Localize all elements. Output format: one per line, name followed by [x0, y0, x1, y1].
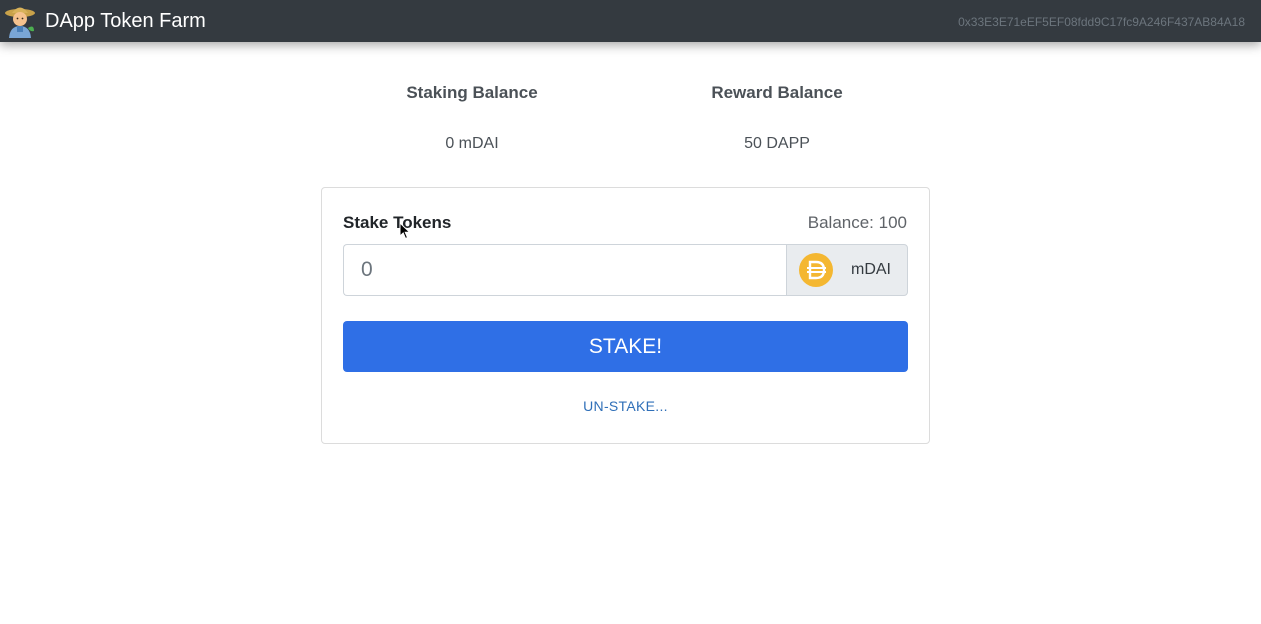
- stake-input-group: mDAI: [343, 244, 908, 296]
- balances-summary: Staking Balance 0 mDAI Reward Balance 50…: [320, 80, 930, 170]
- staking-balance-value: 0 mDAI: [445, 135, 499, 152]
- mouse-pointer-icon: [399, 222, 411, 240]
- farmer-emoji-icon: [5, 7, 35, 38]
- stake-tokens-label: Stake Tokens: [343, 213, 452, 232]
- unstake-link[interactable]: UN-STAKE...: [322, 398, 929, 414]
- reward-balance: Reward Balance 50 DAPP: [652, 80, 902, 156]
- navbar: DApp Token Farm 0x33E3E71eEF5EF08fdd9C17…: [0, 0, 1261, 42]
- wallet-balance: Balance: 100: [807, 213, 907, 232]
- app-title[interactable]: DApp Token Farm: [45, 9, 206, 33]
- reward-balance-heading: Reward Balance: [711, 83, 843, 102]
- token-label: mDAI: [851, 261, 891, 278]
- token-append: mDAI: [786, 244, 908, 296]
- stake-button[interactable]: STAKE!: [343, 321, 908, 372]
- reward-balance-value: 50 DAPP: [744, 135, 810, 152]
- dai-coin-icon: [799, 253, 833, 287]
- staking-balance: Staking Balance 0 mDAI: [347, 80, 597, 156]
- stake-card: Stake Tokens Balance: 100 mDAI STAKE! UN…: [321, 187, 930, 444]
- stake-amount-input[interactable]: [343, 244, 786, 296]
- staking-balance-heading: Staking Balance: [406, 83, 538, 102]
- account-address: 0x33E3E71eEF5EF08fdd9C17fc9A246F437AB84A…: [958, 15, 1245, 29]
